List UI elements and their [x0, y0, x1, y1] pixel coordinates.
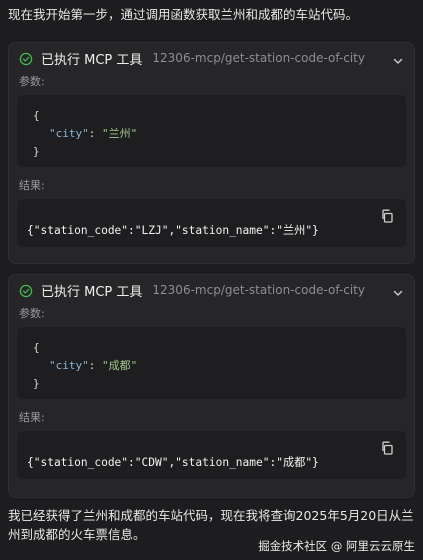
copy-icon[interactable]: [380, 441, 394, 455]
tool-name: 12306-mcp/get-station-code-of-city: [152, 51, 365, 65]
params-label: 参数:: [19, 307, 45, 320]
json-param-line: "city": "成都": [33, 357, 406, 375]
watermark-text: 掘金技术社区 @ 阿里云云原生: [258, 539, 415, 553]
check-circle-icon: [19, 283, 33, 298]
result-text: {"station_code":"CDW","station_name":"成都…: [27, 456, 319, 469]
result-code-block: {"station_code":"LZJ","station_name":"兰州…: [17, 199, 406, 247]
json-close-brace: }: [33, 377, 40, 390]
intro-text: 现在我开始第一步，通过调用函数获取兰州和成都的车站代码。: [8, 7, 359, 22]
param-value: "兰州": [102, 127, 138, 140]
status-label: 已执行 MCP 工具: [41, 52, 143, 68]
mcp-tool-card: 已执行 MCP 工具 12306-mcp/get-station-code-of…: [8, 274, 415, 498]
param-value: "成都": [102, 359, 138, 372]
tool-card-header[interactable]: 已执行 MCP 工具 12306-mcp/get-station-code-of…: [9, 43, 414, 73]
chevron-down-icon[interactable]: [392, 284, 404, 296]
result-code-block: {"station_code":"CDW","station_name":"成都…: [17, 431, 406, 479]
json-close-brace: }: [33, 145, 40, 158]
params-code-block: { "city": "兰州" }: [17, 95, 406, 167]
param-colon: :: [88, 127, 102, 140]
chevron-down-icon[interactable]: [392, 52, 404, 64]
copy-icon[interactable]: [380, 209, 394, 223]
tool-name: 12306-mcp/get-station-code-of-city: [152, 283, 365, 297]
json-param-line: "city": "兰州": [33, 125, 406, 143]
mcp-tool-card: 已执行 MCP 工具 12306-mcp/get-station-code-of…: [8, 42, 415, 264]
result-text: {"station_code":"LZJ","station_name":"兰州…: [27, 224, 319, 237]
params-code-block: { "city": "成都" }: [17, 327, 406, 399]
param-key: "city": [49, 359, 89, 372]
params-label: 参数:: [19, 75, 45, 88]
result-label: 结果:: [19, 411, 45, 424]
result-label: 结果:: [19, 179, 45, 192]
status-label: 已执行 MCP 工具: [41, 284, 143, 300]
check-circle-icon: [19, 51, 33, 66]
param-key: "city": [49, 127, 89, 140]
json-open-brace: {: [33, 341, 40, 354]
param-colon: :: [88, 359, 102, 372]
json-open-brace: {: [33, 109, 40, 122]
tool-card-header[interactable]: 已执行 MCP 工具 12306-mcp/get-station-code-of…: [9, 275, 414, 305]
